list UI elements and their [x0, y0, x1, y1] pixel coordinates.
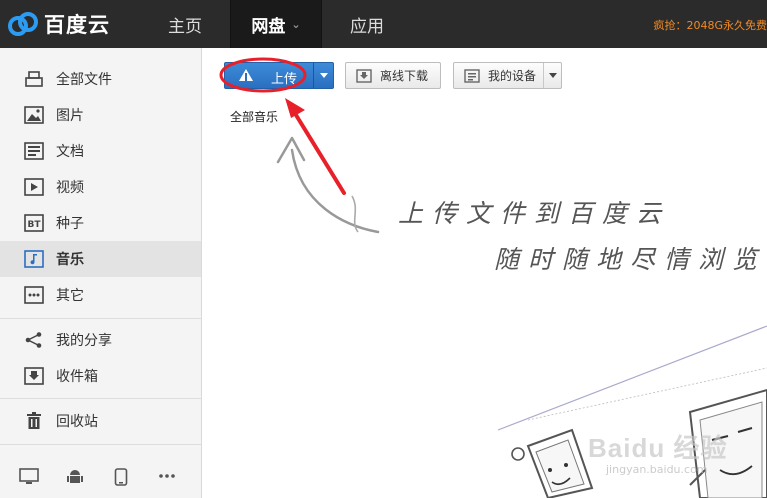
- logo-text: 百度云: [44, 13, 110, 37]
- devices-dropdown-toggle[interactable]: [543, 63, 561, 88]
- more-dots-icon[interactable]: [144, 466, 190, 498]
- share-icon: [24, 330, 44, 350]
- my-devices-label: 我的设备: [488, 69, 537, 83]
- watermark-url: jingyan.baidu.com: [606, 463, 708, 476]
- tab-apps[interactable]: 应用: [322, 0, 412, 48]
- sidebar-item-label: 音乐: [56, 252, 84, 268]
- android-icon[interactable]: [52, 466, 98, 498]
- folder-stack-icon: [24, 69, 44, 89]
- gray-curved-arrow: [290, 148, 380, 234]
- more-icon: [24, 285, 44, 305]
- watermark-logo: Baidu 经验: [588, 433, 728, 463]
- trash-icon: [24, 411, 44, 431]
- cartoon-phone-illustration: [511, 428, 594, 498]
- sidebar-item-label: 文档: [56, 144, 84, 160]
- sidebar-item-label: 全部文件: [56, 72, 112, 88]
- device-icons: [0, 466, 201, 498]
- caret-down-icon: [319, 73, 328, 78]
- baidu-cloud-logo[interactable]: 百度云: [0, 0, 140, 48]
- sidebar-item-label: 种子: [56, 216, 84, 232]
- sidebar-item-documents[interactable]: 文档: [0, 133, 201, 169]
- inbox-icon: [24, 366, 44, 386]
- sidebar-item-images[interactable]: 图片: [0, 97, 201, 133]
- bt-icon: BT: [24, 213, 44, 233]
- tab-netdisk[interactable]: 网盘 ⌄: [230, 0, 322, 48]
- sidebar-item-label: 我的分享: [56, 333, 112, 349]
- sidebar-item-music[interactable]: 音乐: [0, 241, 201, 277]
- device-list-icon: [464, 68, 480, 83]
- sidebar-item-label: 收件箱: [56, 369, 98, 385]
- phone-icon[interactable]: [98, 466, 144, 498]
- toolbar: 上传 离线下载 我的设备: [202, 48, 767, 98]
- sidebar-item-all-files[interactable]: 全部文件: [0, 61, 201, 97]
- upload-button[interactable]: 上传: [224, 62, 334, 89]
- offline-download-button[interactable]: 离线下载: [345, 62, 441, 89]
- upload-label: 上传: [271, 72, 298, 87]
- sidebar-item-recycle-bin[interactable]: 回收站: [0, 403, 201, 439]
- top-bar: 百度云 主页 网盘 ⌄ 应用 疯抢：2048G永久免费: [0, 0, 767, 48]
- sidebar: 全部文件 图片 文档 视频 BT 种子 音乐 其它 我的分享 收件箱 回收站: [0, 48, 202, 498]
- video-icon: [24, 177, 44, 197]
- sidebar-divider: [0, 444, 201, 445]
- desktop-icon[interactable]: [6, 466, 52, 498]
- empty-state-line-2: 随时随地尽情浏览: [494, 245, 767, 274]
- sidebar-divider: [0, 318, 201, 319]
- download-box-icon: [356, 68, 372, 83]
- upload-icon: [238, 68, 254, 86]
- music-icon: [24, 249, 44, 269]
- chevron-down-icon: ⌄: [291, 17, 301, 31]
- sidebar-item-my-shares[interactable]: 我的分享: [0, 322, 201, 358]
- gray-arrow-head: [276, 136, 306, 164]
- empty-state-line-1: 上传文件到百度云: [398, 199, 671, 228]
- caret-down-icon: [548, 73, 557, 78]
- image-icon: [24, 105, 44, 125]
- tab-netdisk-label: 网盘: [251, 16, 286, 37]
- my-devices-button[interactable]: 我的设备: [453, 62, 562, 89]
- upload-dropdown-toggle[interactable]: [313, 63, 333, 88]
- sidebar-item-torrents[interactable]: BT 种子: [0, 205, 201, 241]
- document-icon: [24, 141, 44, 161]
- offline-download-label: 离线下载: [380, 69, 429, 83]
- sidebar-item-label: 回收站: [56, 414, 98, 430]
- cloud-logo-icon: [6, 10, 40, 38]
- sidebar-item-other[interactable]: 其它: [0, 277, 201, 313]
- breadcrumb[interactable]: 全部音乐: [230, 108, 278, 125]
- sidebar-item-inbox[interactable]: 收件箱: [0, 358, 201, 394]
- promo-link[interactable]: 疯抢：2048G永久免费: [653, 17, 767, 33]
- red-annotation-arrow: [294, 113, 346, 195]
- tab-home-label: 主页: [168, 16, 202, 37]
- sidebar-divider: [0, 398, 201, 399]
- sidebar-item-label: 图片: [56, 108, 84, 124]
- sidebar-item-label: 其它: [56, 288, 84, 304]
- tab-home[interactable]: 主页: [140, 0, 230, 48]
- sidebar-item-videos[interactable]: 视频: [0, 169, 201, 205]
- sidebar-item-label: 视频: [56, 180, 84, 196]
- svg-text:BT: BT: [28, 220, 42, 230]
- tab-apps-label: 应用: [350, 16, 384, 37]
